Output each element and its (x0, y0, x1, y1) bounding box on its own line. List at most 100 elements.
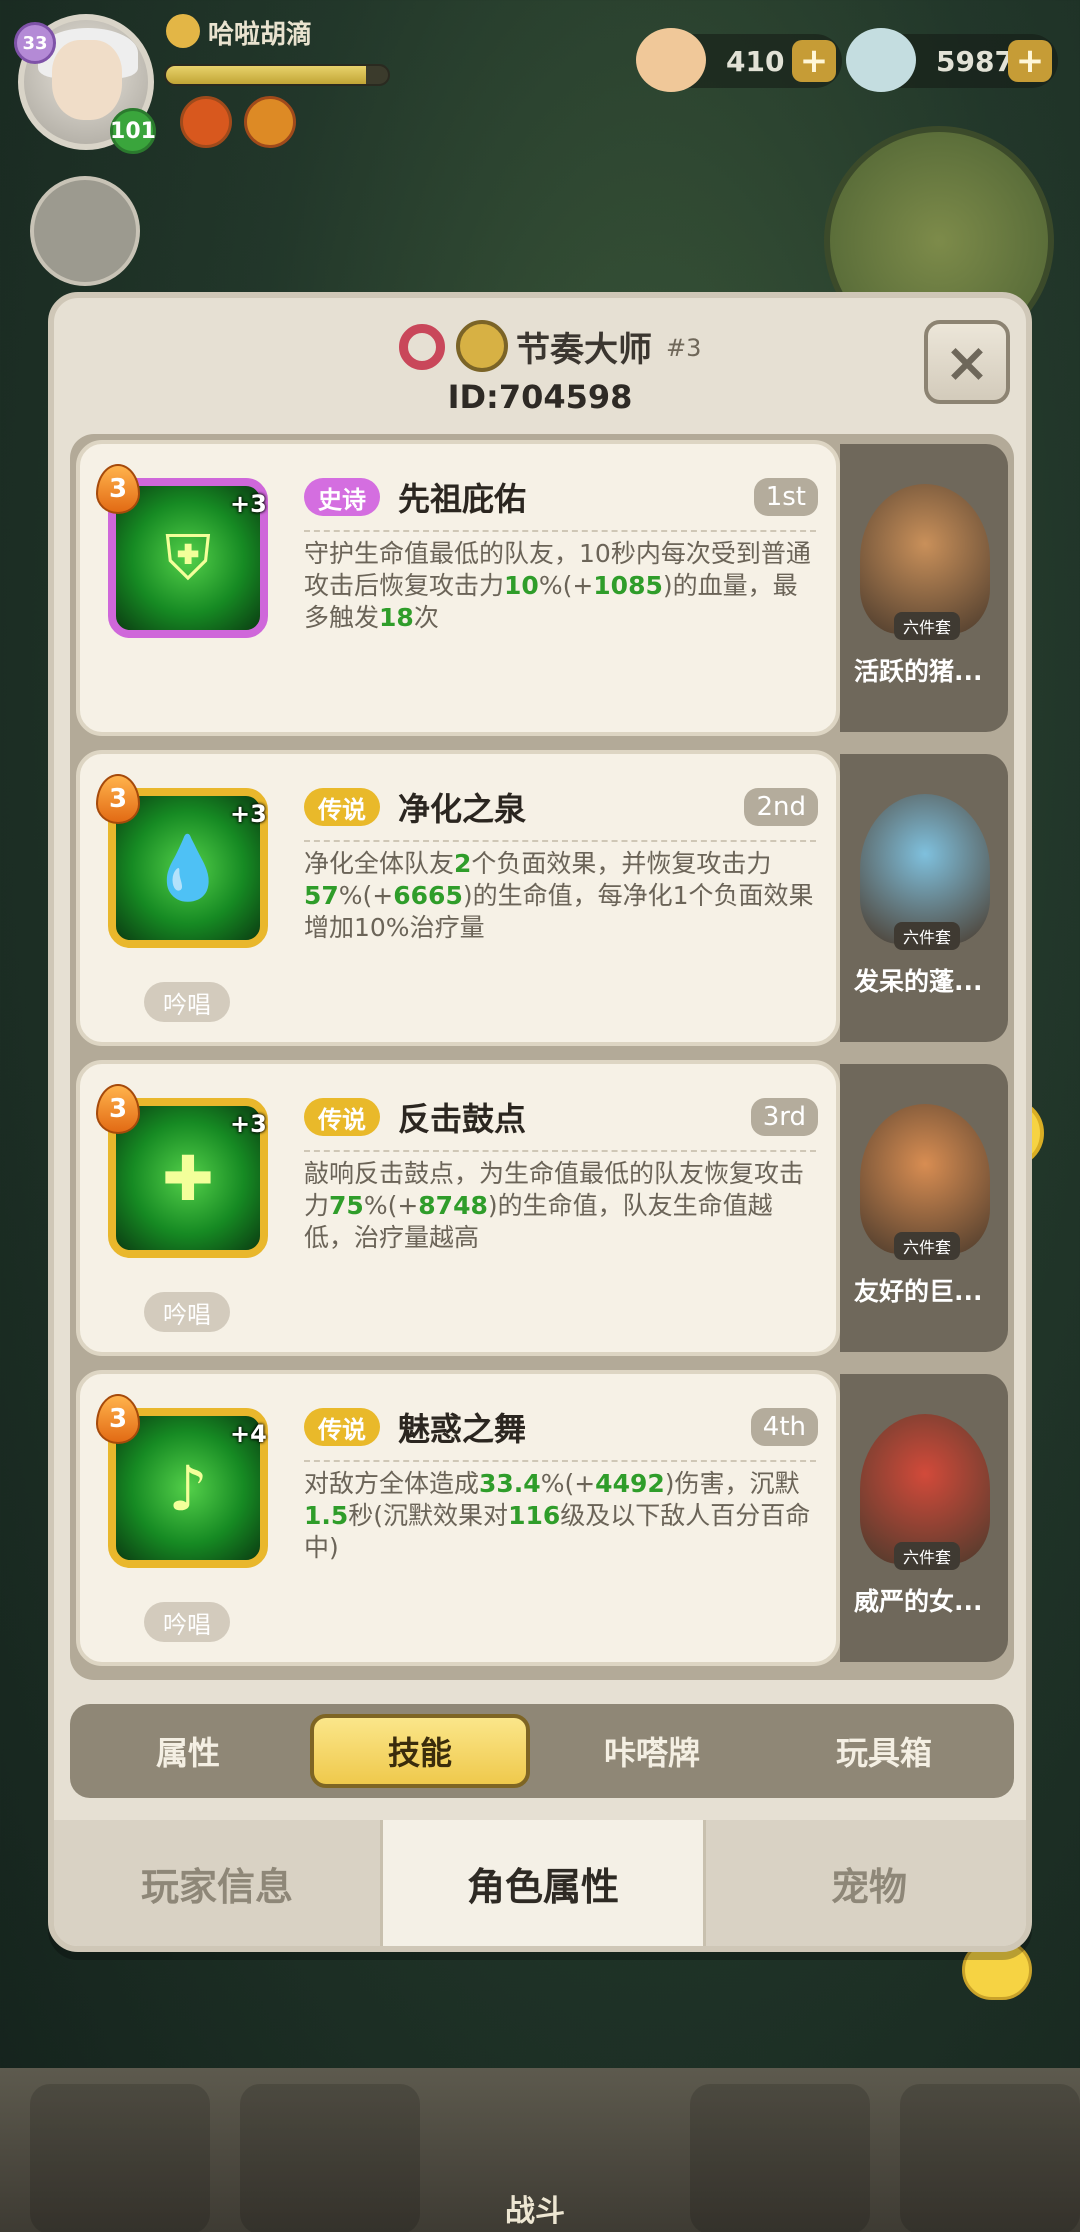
skill-bonus-level: +3 (230, 1110, 267, 1138)
skill-order-badge: 3rd (750, 1098, 818, 1136)
skill-card[interactable]: ♪ 3 +4 传说 魅惑之舞 4th 对敌方全体造成33.4%(+4492)伤害，沉默1.5… (76, 1370, 840, 1666)
skill-level-flame-icon: 3 (96, 1394, 140, 1444)
shell-currency: 410 + (636, 28, 842, 92)
gem-currency: 5987 + (846, 28, 1058, 92)
equipment-set-panel[interactable]: 六件套 活跃的猪... (840, 444, 1008, 732)
set-name: 发呆的蓬... (854, 967, 983, 996)
desc-text: 次 (413, 603, 439, 632)
highlight-value: 116 (508, 1501, 561, 1530)
character-modal: 节奏大师 #3 ID:704598 × ⛨ 3 +3 史诗 先祖庇佑 1st 守护生命值最低… (48, 292, 1032, 1952)
highlight-value: 33.4 (479, 1469, 541, 1498)
highlight-value: 2 (454, 849, 472, 878)
skill-divider (304, 1150, 816, 1152)
set-count-tag: 六件套 (894, 1542, 960, 1570)
equipment-set-panel[interactable]: 六件套友好的巨... (840, 1064, 1008, 1352)
chant-tag: 吟唱 (144, 1602, 230, 1642)
skill-divider (304, 530, 816, 532)
close-button[interactable]: × (924, 320, 1010, 404)
set-count-tag: 六件套 (894, 612, 960, 640)
desc-text: )伤害，沉默 (664, 1469, 800, 1498)
dock-item-hero-1[interactable] (30, 2084, 210, 2232)
skill-description: 敲响反击鼓点，为生命值最低的队友恢复攻击力75%(+8748)的生命值，队友生命… (304, 1158, 818, 1254)
xp-fill (166, 66, 366, 84)
skill-name: 魅惑之舞 (398, 1410, 527, 1448)
skill-list[interactable]: ⛨ 3 +3 史诗 先祖庇佑 1st 守护生命值最低的队友，10秒内每次受到普通攻击后恢复攻… (70, 434, 1014, 1680)
skill-order-badge: 1st (753, 478, 818, 516)
character-title-rank: #3 (666, 334, 702, 362)
skill-name: 先祖庇佑 (398, 480, 527, 518)
player-id: ID:704598 (447, 378, 633, 416)
sub-tab-bar: 属性 技能 咔嗒牌 玩具箱 (70, 1704, 1014, 1798)
equipment-set-panel[interactable]: 六件套威严的女... (840, 1374, 1008, 1662)
shell-amount: 410 (726, 44, 785, 78)
skill-divider (304, 840, 816, 842)
skill-description: 守护生命值最低的队友，10秒内每次受到普通攻击后恢复攻击力10%(+1085)的… (304, 538, 818, 634)
desc-text: 秒(沉默效果对 (348, 1501, 509, 1530)
highlight-value: 6665 (393, 881, 463, 910)
skill-card[interactable]: ⛨ 3 +3 史诗 先祖庇佑 1st 守护生命值最低的队友，10秒内每次受到普通攻击后恢复攻… (76, 440, 840, 736)
rank-badge: 33 (14, 22, 56, 64)
skill-name: 净化之泉 (398, 790, 527, 828)
skill-description: 对敌方全体造成33.4%(+4492)伤害，沉默1.5秒(沉默效果对116级及以… (304, 1468, 818, 1564)
add-shell-button[interactable]: + (792, 40, 836, 82)
dock-item-hero-2[interactable] (240, 2084, 420, 2232)
add-gem-button[interactable]: + (1008, 40, 1052, 82)
skill-bonus-level: +4 (230, 1420, 267, 1448)
skill-order-badge: 2nd (744, 788, 818, 826)
skill-order-badge: 4th (750, 1408, 818, 1446)
skill-divider (304, 1460, 816, 1462)
rarity-badge: 传说 (304, 788, 380, 826)
sub-tab[interactable]: 技能 (310, 1714, 530, 1788)
player-level-badge: 101 (110, 108, 156, 154)
name-emblem-icon (166, 14, 200, 48)
set-count-tag: 六件套 (894, 1232, 960, 1260)
modal-header: 节奏大师 #3 ID:704598 × (54, 298, 1026, 438)
xp-bar (164, 64, 390, 86)
companion-avatar[interactable] (30, 176, 140, 286)
main-tab[interactable]: 角色属性 (380, 1820, 706, 1946)
main-tab[interactable]: 玩家信息 (54, 1820, 380, 1946)
highlight-value: 57 (304, 881, 339, 910)
character-title: 节奏大师 (516, 330, 652, 370)
skill-level-flame-icon: 3 (96, 464, 140, 514)
skill-name: 反击鼓点 (398, 1100, 527, 1138)
skill-card[interactable]: ✚ 3 +3 传说 反击鼓点 3rd 敲响反击鼓点，为生命值最低的队友恢复攻击力75%(+8… (76, 1060, 840, 1356)
battle-sword-icon[interactable] (462, 2030, 612, 2200)
main-tab[interactable]: 宠物 (706, 1820, 1032, 1946)
buff-chip-icon[interactable] (180, 96, 232, 148)
chant-tag: 吟唱 (144, 1292, 230, 1332)
player-name: 哈啦胡滴 (208, 20, 313, 50)
set-name: 友好的巨... (854, 1277, 983, 1306)
sub-tab[interactable]: 玩具箱 (774, 1714, 994, 1788)
highlight-value: 1085 (593, 571, 663, 600)
title-emblem-icon (456, 320, 508, 372)
desc-text: 个负面效果，并恢复攻击力 (471, 849, 772, 878)
desc-text: %(+ (538, 571, 594, 600)
sub-tab[interactable]: 咔嗒牌 (542, 1714, 762, 1788)
rarity-badge: 传说 (304, 1408, 380, 1446)
sub-tab[interactable]: 属性 (78, 1714, 298, 1788)
set-name: 威严的女... (854, 1587, 983, 1616)
skill-bonus-level: +3 (230, 490, 267, 518)
highlight-value: 75 (329, 1191, 364, 1220)
battle-label[interactable]: 战斗 (505, 2186, 565, 2230)
skill-card[interactable]: 💧 3 +3 传说 净化之泉 2nd 净化全体队友2个负面效果，并恢复攻击力57%(+666… (76, 750, 840, 1046)
rarity-badge: 史诗 (304, 478, 380, 516)
dock-item-shop[interactable] (900, 2084, 1080, 2232)
skill-bonus-level: +3 (230, 800, 267, 828)
set-count-tag: 六件套 (894, 922, 960, 950)
skill-description: 净化全体队友2个负面效果，并恢复攻击力57%(+6665)的生命值，每净化1个负… (304, 848, 818, 944)
gem-amount: 5987 (936, 44, 1014, 78)
desc-text: 净化全体队友 (304, 849, 455, 878)
equipment-set-panel[interactable]: 六件套发呆的蓬... (840, 754, 1008, 1042)
desc-text: %(+ (363, 1191, 419, 1220)
desc-text: 对敌方全体造成 (304, 1469, 480, 1498)
desc-text: %(+ (338, 881, 394, 910)
key-icon (399, 324, 445, 370)
highlight-value: 1.5 (304, 1501, 349, 1530)
buff-chip-icon-2[interactable] (244, 96, 296, 148)
rarity-badge: 传说 (304, 1098, 380, 1136)
avatar-face (52, 40, 122, 120)
skill-level-flame-icon: 3 (96, 774, 140, 824)
dock-item-pet[interactable] (690, 2084, 870, 2232)
